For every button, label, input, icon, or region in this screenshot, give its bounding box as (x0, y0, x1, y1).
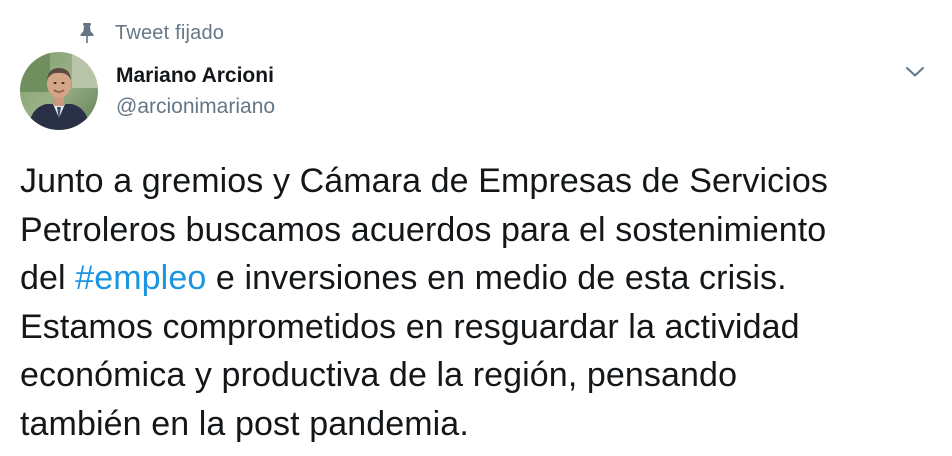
tweet-text-segment: e inversiones en medio de esta crisis. (206, 259, 787, 297)
hashtag-link[interactable]: #empleo (75, 259, 206, 297)
tweet-text-segment: del (20, 259, 76, 297)
more-options-button[interactable] (901, 62, 929, 86)
pinned-label: Tweet fijado (115, 21, 225, 44)
tweet[interactable]: Tweet fijado Mariano Arcioni @arcionimar… (0, 0, 952, 456)
tweet-text: Junto a gremios y Cámara de Empresas de … (20, 157, 940, 448)
chevron-down-icon (905, 65, 925, 83)
avatar[interactable] (20, 52, 98, 130)
tweet-text-line: económica y productiva de la región, pen… (20, 356, 738, 394)
tweet-text-line: también en la post pandemia. (20, 404, 469, 443)
author-name[interactable]: Mariano Arcioni (116, 62, 275, 90)
tweet-text-line: Junto a gremios y Cámara de Empresas de … (20, 162, 829, 200)
tweet-text-line: Petroleros buscamos acuerdos para el sos… (20, 210, 827, 249)
author-info[interactable]: Mariano Arcioni @arcionimariano (116, 62, 275, 121)
tweet-text-line: del #empleo e inversiones en medio de es… (20, 254, 940, 303)
pin-icon (78, 22, 96, 44)
pinned-indicator: Tweet fijado (78, 20, 224, 46)
author-handle[interactable]: @arcionimariano (116, 93, 275, 121)
tweet-text-line: Estamos comprometidos en resguardar la a… (20, 307, 800, 346)
